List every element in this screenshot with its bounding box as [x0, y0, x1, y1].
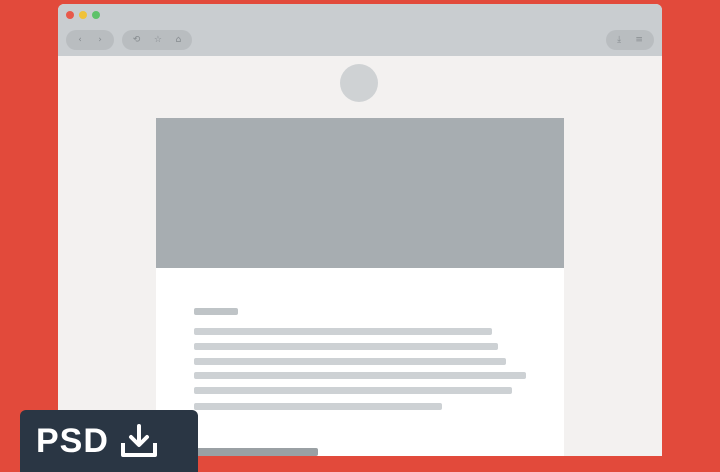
content-card	[156, 118, 564, 456]
download-toolbar-icon[interactable]: ⤓	[617, 35, 621, 45]
text-line-placeholder	[194, 387, 512, 394]
text-line-placeholder	[194, 403, 442, 410]
badge-label: PSD	[36, 422, 109, 460]
text-line-placeholder	[194, 343, 498, 350]
button-placeholder	[194, 448, 318, 456]
back-icon[interactable]: ‹	[78, 35, 82, 45]
psd-download-badge[interactable]: PSD	[20, 410, 198, 472]
menu-icon[interactable]: ≡	[635, 35, 643, 45]
browser-window: ‹ › ⟲ ☆ ⌂ ⤓ ≡	[58, 4, 662, 456]
right-toolbar-buttons: ⤓ ≡	[606, 30, 654, 50]
text-line-placeholder	[194, 328, 492, 335]
text-line-placeholder	[194, 372, 526, 379]
forward-icon[interactable]: ›	[98, 35, 102, 45]
reload-icon[interactable]: ⟲	[133, 35, 141, 45]
heading-placeholder	[194, 308, 238, 315]
home-icon[interactable]: ⌂	[175, 35, 181, 45]
close-window-dot[interactable]	[66, 11, 74, 19]
browser-toolbar: ‹ › ⟲ ☆ ⌂ ⤓ ≡	[58, 4, 662, 56]
download-icon	[119, 423, 159, 459]
navigation-buttons: ‹ ›	[66, 30, 114, 50]
text-line-placeholder	[194, 358, 506, 365]
hero-image-placeholder	[156, 118, 564, 268]
avatar-placeholder	[340, 64, 378, 102]
bookmark-icon[interactable]: ☆	[154, 35, 162, 45]
minimize-window-dot[interactable]	[79, 11, 87, 19]
toolbar-buttons: ⟲ ☆ ⌂	[122, 30, 192, 50]
maximize-window-dot[interactable]	[92, 11, 100, 19]
